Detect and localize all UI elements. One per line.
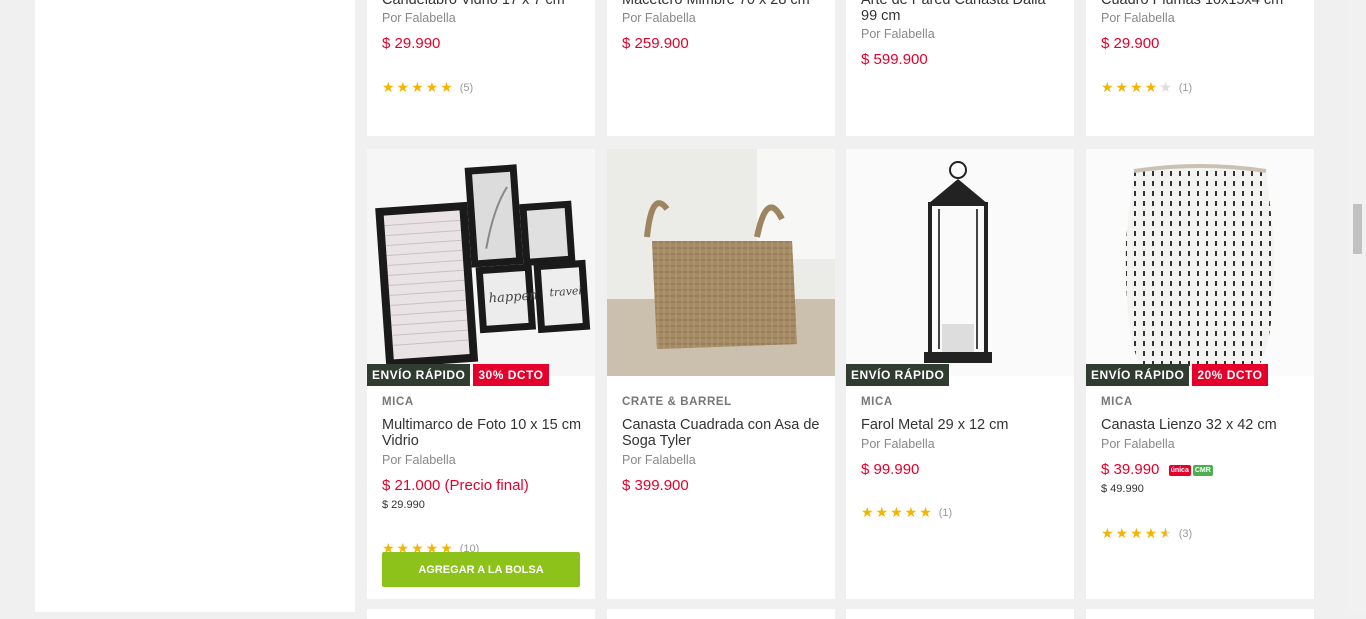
product-image[interactable] <box>846 149 1074 376</box>
product-card[interactable] <box>367 609 595 619</box>
badge-group: ENVÍO RÁPIDO <box>846 364 950 386</box>
product-card[interactable] <box>846 609 1074 619</box>
discount-badge: 20% DCTO <box>1192 364 1268 386</box>
star-icons-filled: ★★★★ <box>1101 79 1160 95</box>
rating-stars: ★★★★★ (5) <box>382 79 583 96</box>
product-card[interactable]: Macetero Mimbre 70 x 28 cm Por Falabella… <box>607 0 835 136</box>
product-price: $ 99.990 <box>861 461 920 478</box>
add-to-bag-button[interactable]: AGREGAR A LA BOLSA <box>382 552 580 587</box>
filter-sidebar <box>35 0 355 612</box>
product-brand: MICA <box>861 396 893 408</box>
star-icons-filled: ★★★★ <box>1101 525 1160 541</box>
rating-count: (5) <box>459 81 474 94</box>
product-seller: Por Falabella <box>622 453 696 467</box>
page-scrollbar[interactable] <box>1349 0 1366 612</box>
scrollbar-thumb[interactable] <box>1353 204 1362 254</box>
product-card[interactable]: Arte de Pared Canasta Dalia 99 cm Por Fa… <box>846 0 1074 136</box>
product-seller: Por Falabella <box>382 11 456 25</box>
product-old-price: $ 29.990 <box>382 499 425 511</box>
product-price: $ 29.990 <box>382 35 441 52</box>
product-brand: MICA <box>382 396 414 408</box>
rating-stars: ★★★★★ (1) <box>1101 79 1302 96</box>
product-price: $ 39.990 <box>1101 461 1160 478</box>
product-price: $ 29.900 <box>1101 35 1160 52</box>
product-title[interactable]: Macetero Mimbre 70 x 28 cm <box>622 0 823 8</box>
product-seller: Por Falabella <box>1101 437 1175 451</box>
star-icons: ★★★★★ <box>861 504 934 520</box>
product-image[interactable] <box>607 149 835 376</box>
product-brand: CRATE & BARREL <box>622 396 732 408</box>
product-image[interactable] <box>1086 149 1314 376</box>
rating-stars: ★★★★★ (1) <box>861 504 1062 521</box>
product-title[interactable]: Arte de Pared Canasta Dalia 99 cm <box>861 0 1062 24</box>
product-price: $ 259.900 <box>622 35 689 52</box>
product-seller: Por Falabella <box>382 453 456 467</box>
product-seller: Por Falabella <box>1101 11 1175 25</box>
product-price-row: $ 39.990 única CMR <box>1101 461 1302 478</box>
product-brand: MICA <box>1101 396 1133 408</box>
star-icons-empty: ★ <box>1159 79 1174 95</box>
product-price: $ 21.000 (Precio final) <box>382 477 529 494</box>
badge-group: ENVÍO RÁPIDO 20% DCTO <box>1086 364 1268 386</box>
cmr-card-badge: CMR <box>1192 464 1213 476</box>
product-card[interactable]: ENVÍO RÁPIDO MICA Farol Metal 29 x 12 cm… <box>846 149 1074 599</box>
product-old-price: $ 49.990 <box>1101 483 1144 495</box>
star-icons: ★★★★★ <box>382 79 455 95</box>
product-seller: Por Falabella <box>622 11 696 25</box>
product-card[interactable]: ENVÍO RÁPIDO 20% DCTO MICA Canasta Lienz… <box>1086 149 1314 599</box>
rating-stars: ★★★★ ★ (3) <box>1101 525 1302 542</box>
product-price: $ 399.900 <box>622 477 689 494</box>
photo-frame-image: happen travel <box>367 149 595 376</box>
product-card[interactable] <box>1086 609 1314 619</box>
discount-badge: 30% DCTO <box>473 364 549 386</box>
product-card[interactable]: happen travel ENVÍO RÁPIDO 30% DCTO MICA… <box>367 149 595 599</box>
svg-text:travel: travel <box>549 284 583 299</box>
product-title[interactable]: Canasta Cuadrada con Asa de Soga Tyler <box>622 417 823 449</box>
product-title[interactable]: Farol Metal 29 x 12 cm <box>861 417 1062 433</box>
product-title[interactable]: Candelabro Vidrio 17 x 7 cm <box>382 0 583 8</box>
unica-card-badge: única <box>1168 464 1191 476</box>
product-card[interactable]: CRATE & BARREL Canasta Cuadrada con Asa … <box>607 149 835 599</box>
product-price: $ 599.900 <box>861 51 928 68</box>
product-title[interactable]: Multimarco de Foto 10 x 15 cm Vidrio <box>382 417 583 449</box>
product-title[interactable]: Cuadro Plumas 10x15x4 cm <box>1101 0 1302 8</box>
star-icon-half: ★ <box>1159 525 1174 541</box>
rating-count: (3) <box>1178 527 1193 540</box>
product-card[interactable]: Cuadro Plumas 10x15x4 cm Por Falabella $… <box>1086 0 1314 136</box>
lantern-image <box>846 149 1074 376</box>
product-card[interactable]: Candelabro Vidrio 17 x 7 cm Por Falabell… <box>367 0 595 136</box>
basket-image <box>607 149 835 376</box>
product-image[interactable]: happen travel <box>367 149 595 376</box>
product-title[interactable]: Canasta Lienzo 32 x 42 cm <box>1101 417 1302 433</box>
badge-group: ENVÍO RÁPIDO 30% DCTO <box>367 364 549 386</box>
product-seller: Por Falabella <box>861 437 935 451</box>
product-card[interactable] <box>607 609 835 619</box>
rating-count: (1) <box>938 506 953 519</box>
fast-shipping-badge: ENVÍO RÁPIDO <box>1086 364 1190 386</box>
canvas-basket-image <box>1086 149 1314 376</box>
product-seller: Por Falabella <box>861 27 935 41</box>
fast-shipping-badge: ENVÍO RÁPIDO <box>367 364 471 386</box>
card-badges: única CMR <box>1168 464 1213 476</box>
fast-shipping-badge: ENVÍO RÁPIDO <box>846 364 950 386</box>
rating-count: (1) <box>1178 81 1193 94</box>
